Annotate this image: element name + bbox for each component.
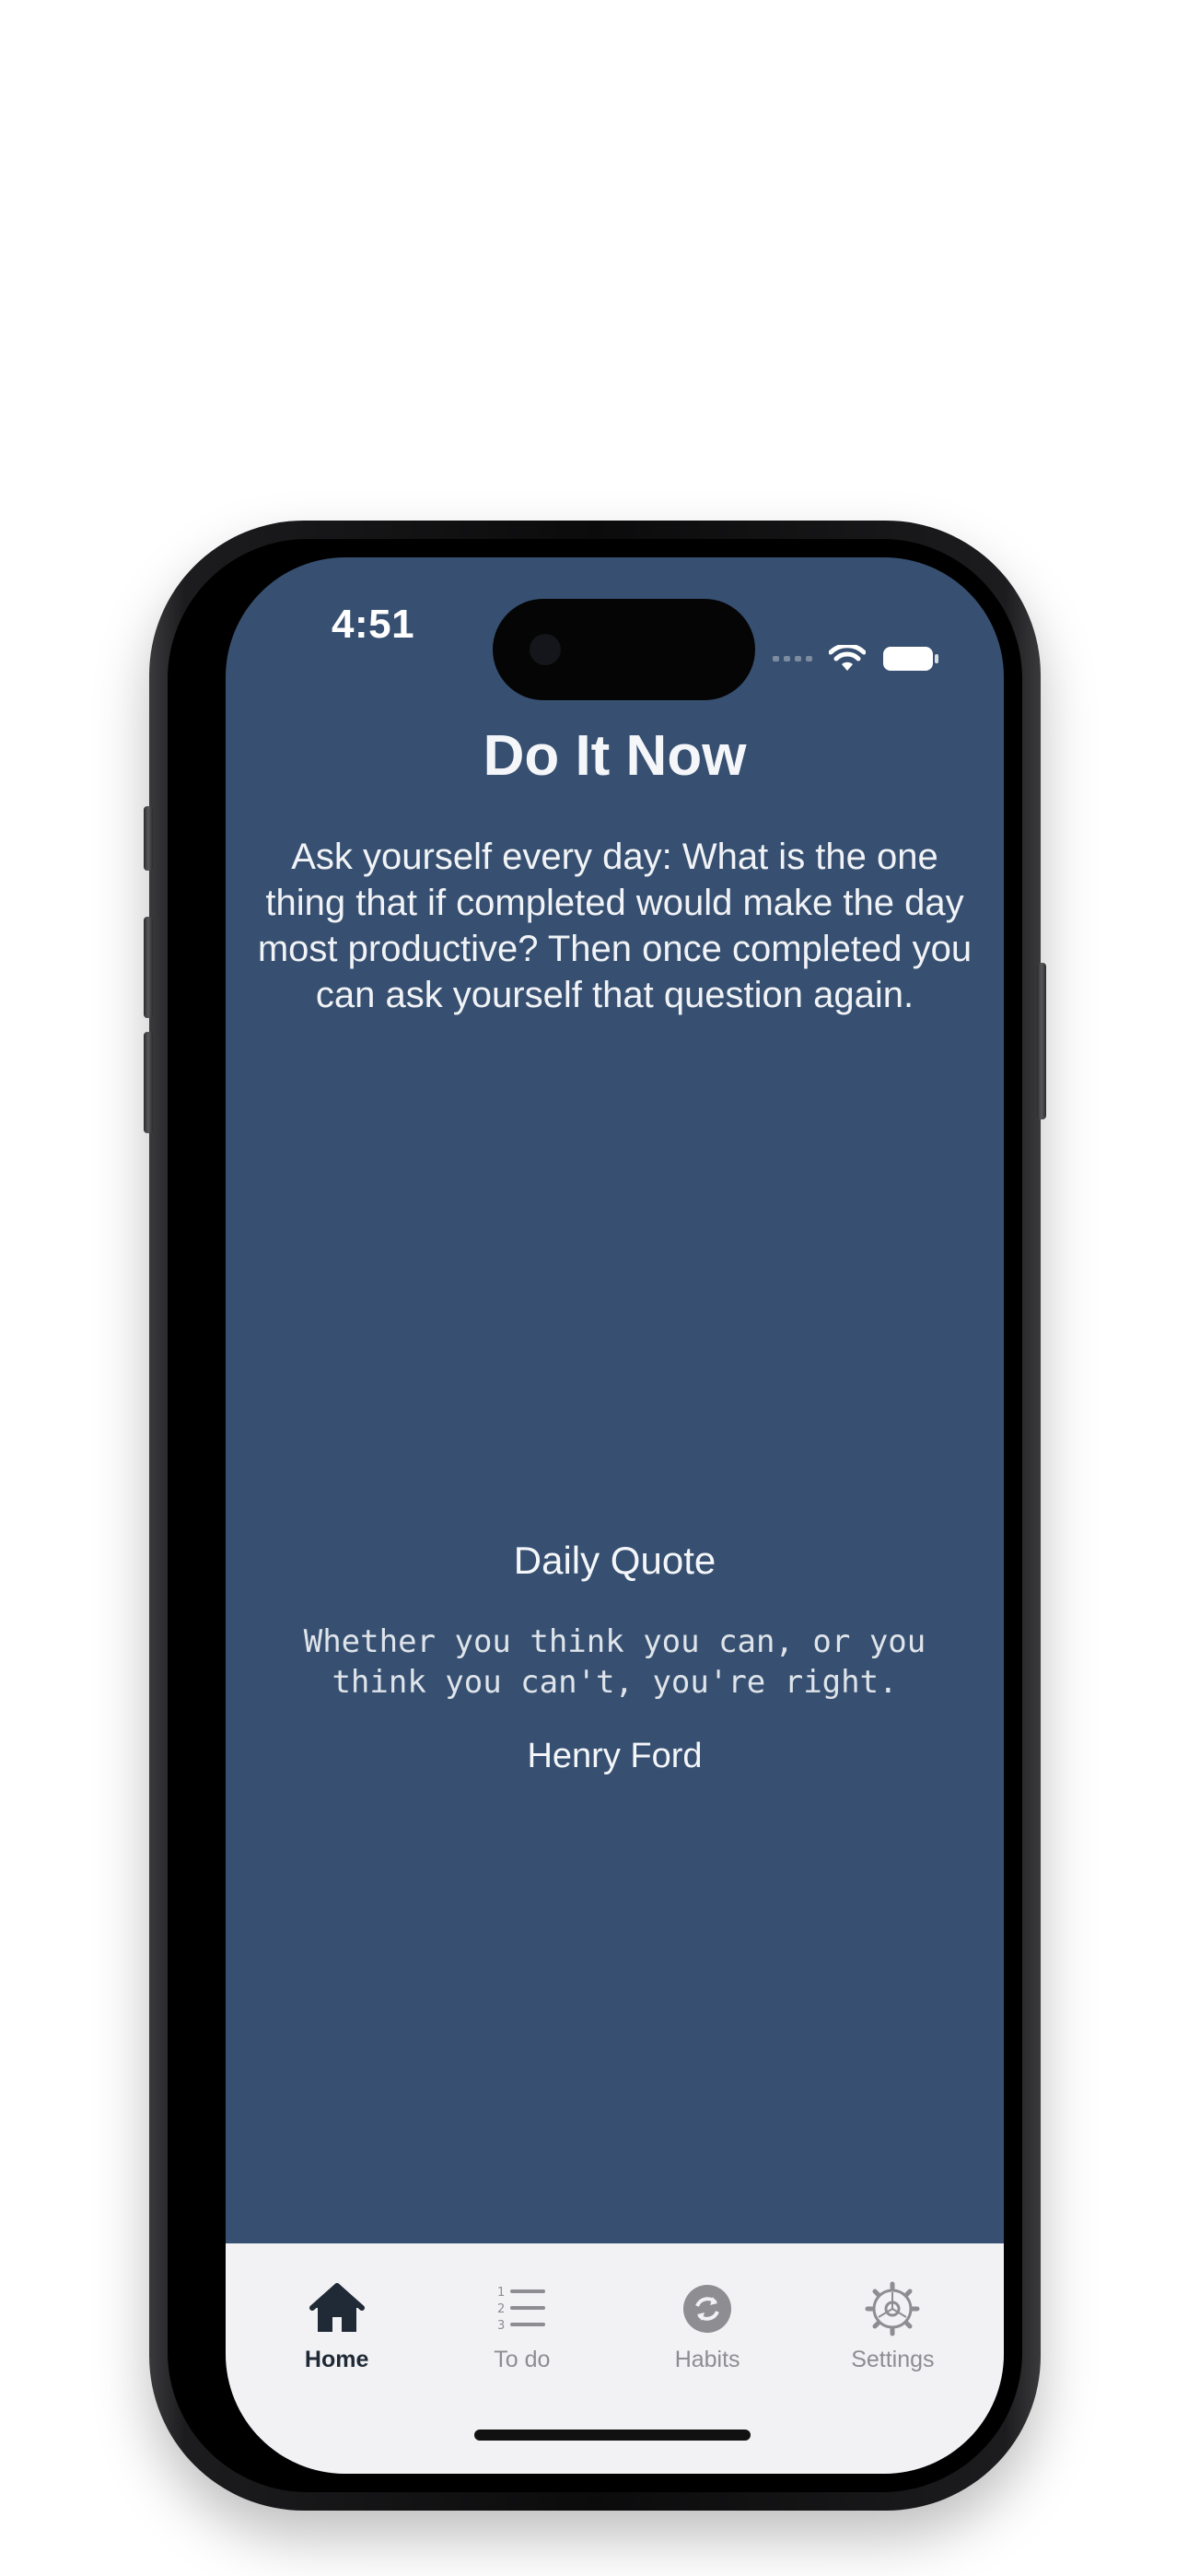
tab-habits[interactable]: Habits: [620, 2280, 795, 2474]
wifi-icon: [829, 645, 866, 671]
tab-habits-label: Habits: [674, 2347, 740, 2372]
tab-home-label: Home: [304, 2347, 369, 2372]
home-icon: [309, 2283, 365, 2332]
daily-quote-author: Henry Ford: [527, 1737, 703, 1775]
front-camera: [530, 634, 561, 665]
page-title: Do It Now: [483, 724, 747, 788]
power-button: [1037, 963, 1046, 1119]
status-time: 4:51: [332, 602, 415, 647]
volume-down-button: [144, 1032, 153, 1133]
svg-text:1: 1: [497, 2286, 505, 2300]
status-icons: [773, 645, 939, 673]
tab-todo-label: To do: [494, 2347, 551, 2372]
tab-settings-label: Settings: [851, 2347, 935, 2372]
daily-quote-text: Whether you think you can, or you think …: [303, 1623, 926, 1701]
daily-prompt-text: Ask yourself every day: What is the one …: [257, 837, 973, 1015]
svg-text:3: 3: [497, 2319, 505, 2333]
tab-todo[interactable]: 1 2 3 To do: [435, 2280, 610, 2474]
repeat-icon: [683, 2285, 732, 2333]
volume-up-button: [144, 917, 153, 1018]
battery-icon: [883, 647, 938, 671]
cellular-signal-icon: [773, 656, 812, 662]
app-screen: 4:51 Do It Now Ask yourself every day: W…: [226, 557, 1004, 2474]
dynamic-island: [493, 599, 755, 700]
home-indicator[interactable]: [474, 2430, 751, 2441]
svg-text:2: 2: [497, 2302, 505, 2316]
tab-home[interactable]: Home: [250, 2280, 425, 2474]
gear-icon: [865, 2281, 920, 2336]
daily-quote-heading: Daily Quote: [513, 1539, 716, 1582]
action-button: [144, 806, 153, 871]
tab-settings[interactable]: Settings: [805, 2280, 980, 2474]
numbered-list-icon: 1 2 3: [497, 2286, 545, 2333]
